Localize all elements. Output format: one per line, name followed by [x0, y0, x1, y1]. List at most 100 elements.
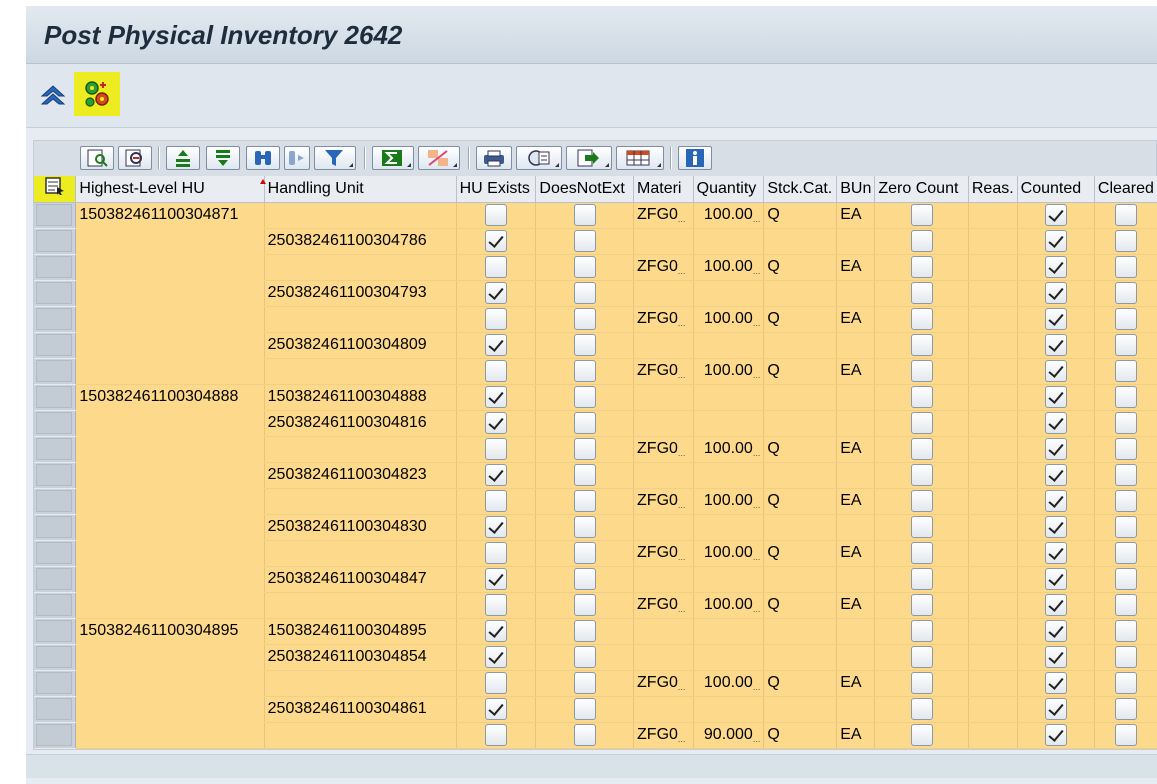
table-row[interactable]: ZFG0... 100.00... Q EA — [34, 670, 1157, 697]
row-selector[interactable] — [34, 436, 77, 463]
row-selector[interactable] — [34, 202, 77, 229]
counted-checkbox[interactable] — [1044, 412, 1067, 434]
row-selector[interactable] — [34, 462, 77, 489]
cleared-checkbox[interactable] — [1114, 230, 1137, 252]
table-row[interactable]: ZFG0... 100.00... Q EA — [34, 436, 1157, 463]
counted-checkbox[interactable] — [1044, 308, 1067, 330]
counted-checkbox[interactable] — [1044, 724, 1067, 746]
counted-checkbox[interactable] — [1044, 464, 1067, 486]
zero-count-checkbox[interactable] — [910, 282, 933, 304]
print-preview-icon[interactable] — [476, 146, 512, 170]
cleared-checkbox[interactable] — [1114, 360, 1137, 382]
counted-checkbox[interactable] — [1044, 230, 1067, 252]
find-next-icon[interactable] — [284, 146, 310, 170]
column-header[interactable]: Counted — [1017, 176, 1095, 203]
row-selector[interactable] — [34, 488, 77, 515]
hu-exists-checkbox[interactable] — [485, 672, 508, 694]
hu-exists-checkbox[interactable] — [485, 256, 508, 278]
counted-checkbox[interactable] — [1044, 334, 1067, 356]
does-not-exist-checkbox[interactable] — [573, 646, 596, 668]
table-row[interactable]: ZFG0... 90.000... Q EA — [34, 722, 1157, 749]
counted-checkbox[interactable] — [1044, 542, 1067, 564]
column-header[interactable]: Stck.Cat. — [763, 176, 838, 203]
does-not-exist-checkbox[interactable] — [573, 438, 596, 460]
sort-ascending-icon[interactable] — [166, 146, 200, 170]
row-selector[interactable] — [34, 410, 77, 437]
table-row[interactable]: 250382461100304809 — [34, 332, 1157, 359]
cleared-checkbox[interactable] — [1114, 438, 1137, 460]
table-row[interactable]: ZFG0... 100.00... Q EA — [34, 592, 1157, 619]
zero-count-checkbox[interactable] — [910, 646, 933, 668]
does-not-exist-checkbox[interactable] — [573, 724, 596, 746]
column-header[interactable]: Highest-Level HU — [75, 176, 265, 203]
does-not-exist-checkbox[interactable] — [573, 386, 596, 408]
find-icon[interactable] — [118, 146, 152, 170]
cleared-checkbox[interactable] — [1114, 204, 1137, 226]
table-row[interactable]: 150382461100304871 ZFG0... 100.00... Q EA — [34, 202, 1157, 229]
hu-exists-checkbox[interactable] — [485, 620, 508, 642]
counted-checkbox[interactable] — [1044, 594, 1067, 616]
zero-count-checkbox[interactable] — [910, 438, 933, 460]
cleared-checkbox[interactable] — [1114, 464, 1137, 486]
column-header[interactable]: Reas. — [968, 176, 1018, 203]
cleared-checkbox[interactable] — [1114, 646, 1137, 668]
zero-count-checkbox[interactable] — [910, 464, 933, 486]
row-selector[interactable] — [34, 696, 77, 723]
table-row[interactable]: 250382461100304823 — [34, 462, 1157, 489]
export-icon[interactable] — [566, 146, 612, 170]
table-row[interactable]: 150382461100304895 150382461100304895 — [34, 618, 1157, 645]
table-row[interactable]: 250382461100304786 — [34, 228, 1157, 255]
does-not-exist-checkbox[interactable] — [573, 516, 596, 538]
cleared-checkbox[interactable] — [1114, 516, 1137, 538]
hu-exists-checkbox[interactable] — [485, 646, 508, 668]
row-selector[interactable] — [34, 618, 77, 645]
does-not-exist-checkbox[interactable] — [573, 360, 596, 382]
zero-count-checkbox[interactable] — [910, 230, 933, 252]
select-layout-icon[interactable] — [616, 146, 664, 170]
cleared-checkbox[interactable] — [1114, 594, 1137, 616]
hu-exists-checkbox[interactable] — [485, 386, 508, 408]
zero-count-checkbox[interactable] — [910, 334, 933, 356]
navigate-up-icon[interactable] — [38, 80, 68, 110]
zero-count-checkbox[interactable] — [910, 256, 933, 278]
does-not-exist-checkbox[interactable] — [573, 230, 596, 252]
hu-exists-checkbox[interactable] — [485, 594, 508, 616]
row-selector[interactable] — [34, 384, 77, 411]
row-selector[interactable] — [34, 566, 77, 593]
cleared-checkbox[interactable] — [1114, 568, 1137, 590]
zero-count-checkbox[interactable] — [910, 516, 933, 538]
hu-exists-checkbox[interactable] — [485, 568, 508, 590]
row-selector[interactable] — [34, 358, 77, 385]
zero-count-checkbox[interactable] — [910, 698, 933, 720]
cleared-checkbox[interactable] — [1114, 412, 1137, 434]
filter-icon[interactable] — [314, 146, 356, 170]
cleared-checkbox[interactable] — [1114, 672, 1137, 694]
column-header[interactable]: Handling Unit — [264, 176, 457, 203]
row-selector[interactable] — [34, 254, 77, 281]
column-header[interactable]: BUn — [836, 176, 876, 203]
column-header[interactable]: Quantity — [693, 176, 765, 203]
search-icon[interactable] — [246, 146, 280, 170]
counted-checkbox[interactable] — [1044, 620, 1067, 642]
table-row[interactable]: ZFG0... 100.00... Q EA — [34, 540, 1157, 567]
zero-count-checkbox[interactable] — [910, 204, 933, 226]
does-not-exist-checkbox[interactable] — [573, 672, 596, 694]
row-selector[interactable] — [34, 644, 77, 671]
row-selector[interactable] — [34, 592, 77, 619]
change-layout-icon[interactable] — [516, 146, 562, 170]
cleared-checkbox[interactable] — [1114, 698, 1137, 720]
does-not-exist-checkbox[interactable] — [573, 542, 596, 564]
cleared-checkbox[interactable] — [1114, 724, 1137, 746]
row-selector[interactable] — [34, 670, 77, 697]
cleared-checkbox[interactable] — [1114, 490, 1137, 512]
column-header[interactable]: Cleared — [1094, 176, 1157, 203]
does-not-exist-checkbox[interactable] — [573, 256, 596, 278]
cleared-checkbox[interactable] — [1114, 386, 1137, 408]
does-not-exist-checkbox[interactable] — [573, 464, 596, 486]
row-selector[interactable] — [34, 722, 77, 749]
counted-checkbox[interactable] — [1044, 386, 1067, 408]
counted-checkbox[interactable] — [1044, 438, 1067, 460]
zero-count-checkbox[interactable] — [910, 412, 933, 434]
hu-exists-checkbox[interactable] — [485, 360, 508, 382]
cleared-checkbox[interactable] — [1114, 308, 1137, 330]
